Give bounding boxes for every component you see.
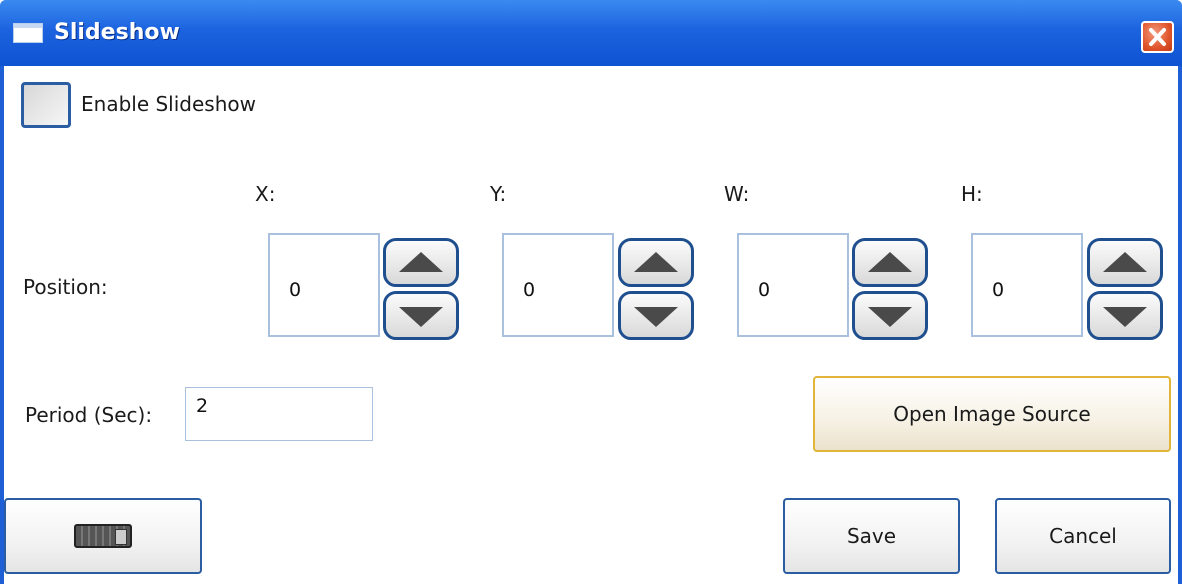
- open-image-source-button[interactable]: Open Image Source: [813, 376, 1171, 452]
- window-title: Slideshow: [54, 20, 180, 45]
- y-decrement-button[interactable]: [618, 291, 694, 340]
- keyboard-button[interactable]: [4, 498, 202, 574]
- w-increment-button[interactable]: [852, 238, 928, 287]
- arrow-down-icon: [399, 307, 443, 327]
- period-input[interactable]: 2: [185, 387, 373, 441]
- close-icon: [1149, 28, 1166, 46]
- enable-slideshow-label: Enable Slideshow: [81, 92, 256, 116]
- arrow-up-icon: [868, 252, 912, 272]
- x-input[interactable]: 0: [268, 233, 380, 337]
- w-input[interactable]: 0: [737, 233, 849, 337]
- slideshow-window: Slideshow Enable Slideshow X: Y: W: H: P…: [0, 0, 1182, 584]
- save-button[interactable]: Save: [783, 498, 960, 574]
- arrow-up-icon: [1103, 252, 1147, 272]
- h-increment-button[interactable]: [1087, 238, 1163, 287]
- arrow-down-icon: [634, 307, 678, 327]
- y-input[interactable]: 0: [502, 233, 614, 337]
- w-decrement-button[interactable]: [852, 291, 928, 340]
- keyboard-icon: [74, 524, 132, 548]
- window-icon: [13, 23, 43, 43]
- x-label: X:: [255, 182, 276, 206]
- y-label: Y:: [490, 182, 507, 206]
- x-decrement-button[interactable]: [383, 291, 459, 340]
- period-label: Period (Sec):: [25, 403, 153, 427]
- w-label: W:: [724, 182, 750, 206]
- cancel-button[interactable]: Cancel: [995, 498, 1171, 574]
- arrow-up-icon: [634, 252, 678, 272]
- h-label: H:: [961, 182, 983, 206]
- enable-slideshow-checkbox[interactable]: [21, 82, 71, 128]
- position-label: Position:: [23, 275, 108, 299]
- h-decrement-button[interactable]: [1087, 291, 1163, 340]
- x-increment-button[interactable]: [383, 238, 459, 287]
- arrow-down-icon: [868, 307, 912, 327]
- close-button[interactable]: [1141, 21, 1174, 53]
- h-input[interactable]: 0: [971, 233, 1083, 337]
- title-bar[interactable]: Slideshow: [0, 0, 1182, 66]
- arrow-up-icon: [399, 252, 443, 272]
- y-increment-button[interactable]: [618, 238, 694, 287]
- arrow-down-icon: [1103, 307, 1147, 327]
- dialog-body: Enable Slideshow X: Y: W: H: Position: 0…: [4, 66, 1178, 584]
